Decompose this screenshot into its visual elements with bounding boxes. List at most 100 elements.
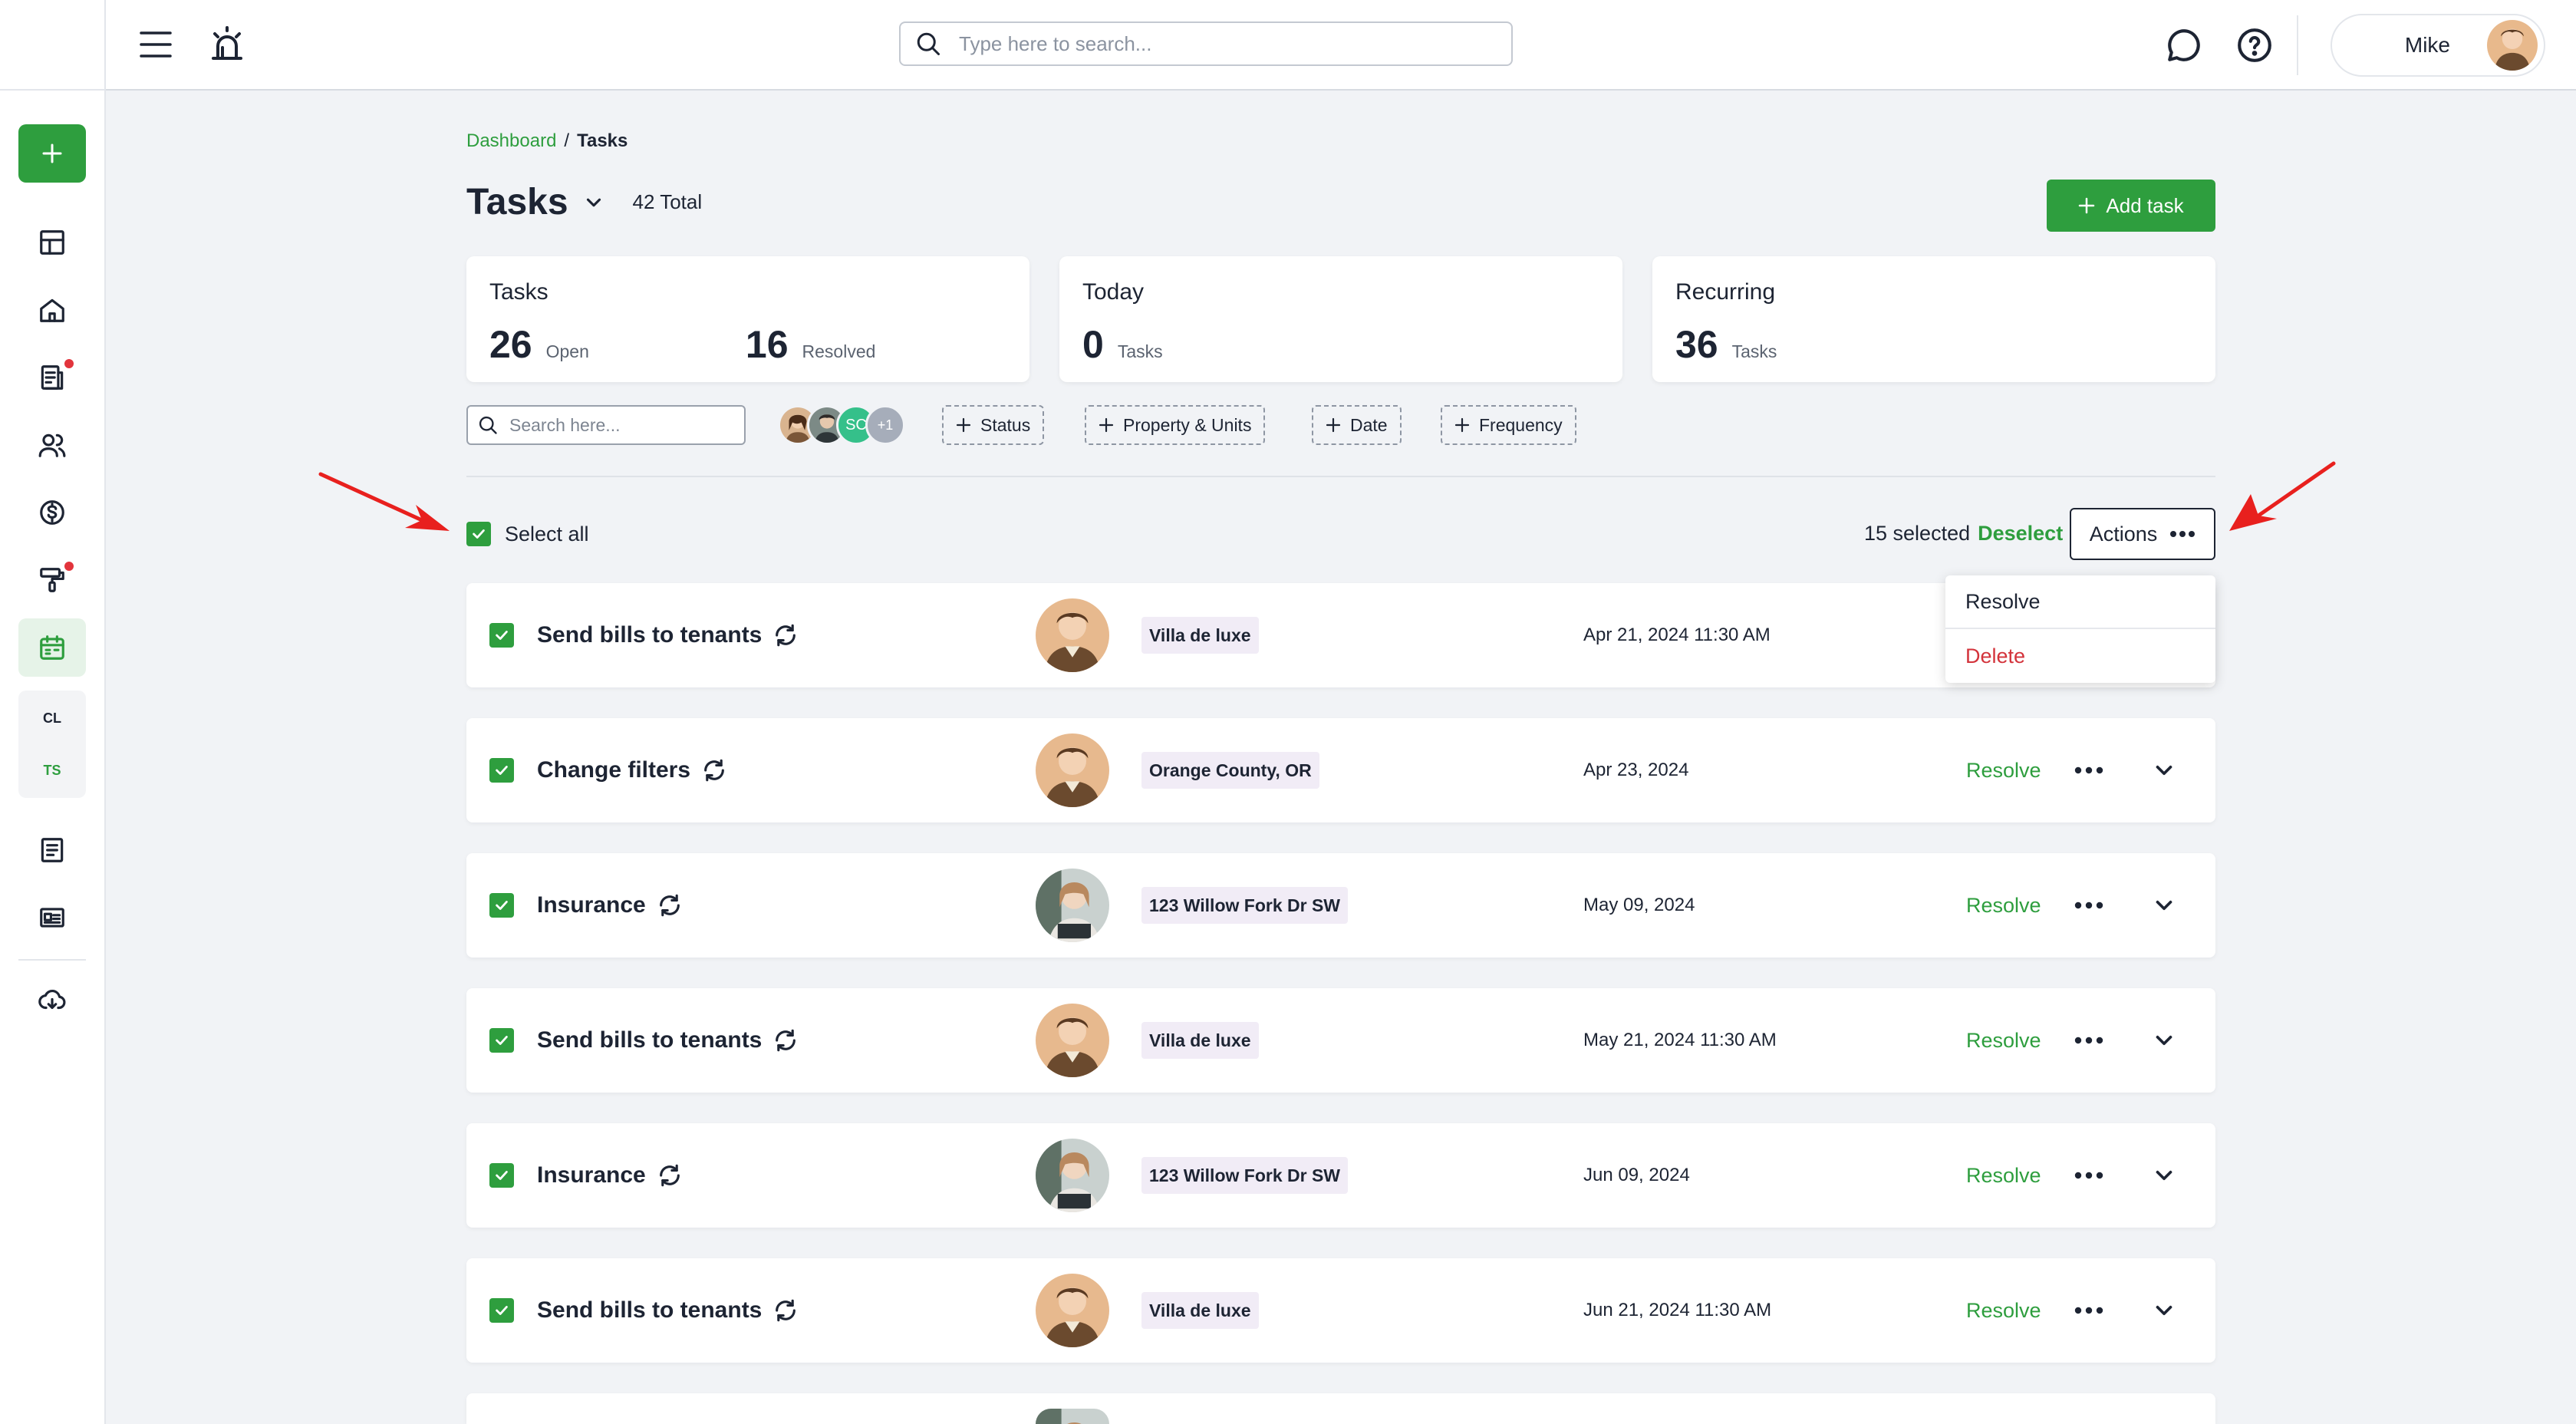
sidebar-item-maintenance[interactable]	[18, 551, 86, 609]
task-checkbox[interactable]	[489, 623, 514, 648]
sidebar-item-properties[interactable]	[18, 281, 86, 339]
resolve-button[interactable]: Resolve	[1966, 1123, 2041, 1228]
actions-resolve-item[interactable]: Resolve	[1945, 575, 2215, 629]
notification-dot	[64, 359, 74, 368]
global-search[interactable]	[899, 21, 1513, 66]
report-icon	[41, 838, 64, 862]
more-horizontal-icon	[2074, 766, 2103, 774]
task-title[interactable]: Send bills to tenants	[537, 988, 799, 1093]
task-title[interactable]: Insurance	[537, 1123, 683, 1228]
sidebar-item-tasks[interactable]	[18, 618, 86, 677]
property-tag[interactable]: Villa de luxe	[1141, 617, 1259, 654]
tasks-summary-card[interactable]: Tasks 26 Open 16 Resolved	[466, 256, 1029, 382]
task-checkbox[interactable]	[489, 758, 514, 783]
property-tag[interactable]: Villa de luxe	[1141, 1292, 1259, 1329]
resolve-button[interactable]: Resolve	[1966, 988, 2041, 1093]
select-all[interactable]: Select all	[466, 522, 589, 546]
task-row[interactable]: Send bills to tenants Villa de luxe Jun 21…	[466, 1258, 2215, 1363]
task-more-button[interactable]	[2074, 988, 2103, 1093]
sidebar-item-download[interactable]	[18, 971, 86, 1030]
task-search[interactable]	[466, 405, 746, 445]
property-tag[interactable]: 123 Willow Fork Dr SW	[1141, 1157, 1349, 1194]
add-task-label: Add task	[2106, 193, 2184, 217]
task-row[interactable]: Insurance 123 Willow Fork Dr SW May 09, 20…	[466, 853, 2215, 958]
actions-delete-item[interactable]: Delete	[1945, 629, 2215, 683]
people-icon	[38, 433, 66, 457]
user-menu[interactable]: Mike	[2331, 14, 2545, 77]
today-summary-card[interactable]: Today 0 Tasks	[1059, 256, 1622, 382]
more-horizontal-icon	[2170, 531, 2196, 537]
task-checkbox[interactable]	[489, 1028, 514, 1053]
task-expand-button[interactable]	[2151, 988, 2177, 1093]
select-all-checkbox[interactable]	[466, 522, 491, 546]
menu-button[interactable]	[140, 29, 172, 60]
add-task-button[interactable]: Add task	[2047, 180, 2215, 232]
paint-roller-icon	[40, 568, 64, 592]
task-title[interactable]: Change filters	[537, 718, 727, 822]
task-title[interactable]: Insurance	[537, 853, 683, 958]
task-row-partial[interactable]	[466, 1393, 2215, 1424]
sidebar-item-people[interactable]	[18, 416, 86, 474]
assignee-more[interactable]: +1	[865, 405, 905, 445]
total-count: 42 Total	[632, 190, 703, 213]
sidebar-divider	[18, 959, 86, 961]
open-label: Open	[545, 341, 589, 361]
sidebar-item-documents[interactable]	[18, 348, 86, 407]
assignee-avatar	[1036, 733, 1109, 807]
title-dropdown-button[interactable]	[582, 191, 605, 214]
assignee-filter[interactable]: SC +1	[778, 405, 905, 445]
sidebar-item-listings[interactable]	[18, 888, 86, 947]
sidebar-header	[0, 0, 104, 91]
task-title[interactable]: Send bills to tenants	[537, 583, 799, 687]
sidebar-item-reports[interactable]	[18, 821, 86, 879]
frequency-filter-chip[interactable]: Frequency	[1441, 405, 1576, 445]
sidebar-item-dashboard[interactable]	[18, 213, 86, 272]
chat-bubble-icon	[2168, 29, 2200, 61]
recurring-sync-icon	[776, 624, 796, 647]
task-expand-button[interactable]	[2151, 853, 2177, 958]
task-more-button[interactable]	[2074, 1258, 2103, 1363]
deselect-link[interactable]: Deselect	[1978, 522, 2063, 546]
task-row[interactable]: Send bills to tenants Villa de luxe May 21…	[466, 988, 2215, 1093]
task-checkbox[interactable]	[489, 1163, 514, 1188]
task-search-input[interactable]	[509, 414, 732, 436]
annotation-arrow-left	[318, 472, 450, 531]
sidebar-subitem-ts[interactable]: TS	[18, 749, 86, 792]
resolve-button[interactable]: Resolve	[1966, 718, 2041, 822]
resolve-button[interactable]: Resolve	[1966, 853, 2041, 958]
task-name: Change filters	[537, 757, 691, 783]
status-filter-chip[interactable]: Status	[942, 405, 1045, 445]
select-all-label: Select all	[505, 522, 589, 546]
resolve-button[interactable]: Resolve	[1966, 1258, 2041, 1363]
task-expand-button[interactable]	[2151, 718, 2177, 822]
property-tag[interactable]: Orange County, OR	[1141, 752, 1319, 789]
sidebar-item-accounting[interactable]	[18, 483, 86, 542]
quick-add-button[interactable]	[18, 124, 86, 183]
chip-label: Status	[980, 414, 1031, 435]
task-title[interactable]: Send bills to tenants	[537, 1258, 799, 1363]
property-tag[interactable]: 123 Willow Fork Dr SW	[1141, 887, 1349, 924]
recurring-sync-icon	[659, 1164, 680, 1187]
alarm-button[interactable]	[209, 25, 245, 64]
sidebar-subitem-cl[interactable]: CL	[18, 697, 86, 740]
task-expand-button[interactable]	[2151, 1123, 2177, 1228]
task-row[interactable]: Insurance 123 Willow Fork Dr SW Jun 09, 20…	[466, 1123, 2215, 1228]
task-more-button[interactable]	[2074, 853, 2103, 958]
global-search-input[interactable]	[959, 31, 1481, 56]
actions-button[interactable]: Actions	[2070, 508, 2215, 560]
property-tag[interactable]: Villa de luxe	[1141, 1022, 1259, 1059]
task-checkbox[interactable]	[489, 893, 514, 918]
property-units-filter-chip[interactable]: Property & Units	[1085, 405, 1266, 445]
recurring-summary-card[interactable]: Recurring 36 Tasks	[1652, 256, 2215, 382]
recurring-label: Tasks	[1731, 341, 1777, 361]
help-button[interactable]	[2235, 26, 2274, 64]
task-more-button[interactable]	[2074, 718, 2103, 822]
more-horizontal-icon	[2074, 1307, 2103, 1314]
date-filter-chip[interactable]: Date	[1312, 405, 1402, 445]
task-row[interactable]: Change filters Orange County, OR Apr 23, 2…	[466, 718, 2215, 822]
task-checkbox[interactable]	[489, 1298, 514, 1323]
breadcrumb-dashboard[interactable]: Dashboard	[466, 130, 556, 152]
task-expand-button[interactable]	[2151, 1258, 2177, 1363]
messages-button[interactable]	[2165, 26, 2203, 64]
task-more-button[interactable]	[2074, 1123, 2103, 1228]
